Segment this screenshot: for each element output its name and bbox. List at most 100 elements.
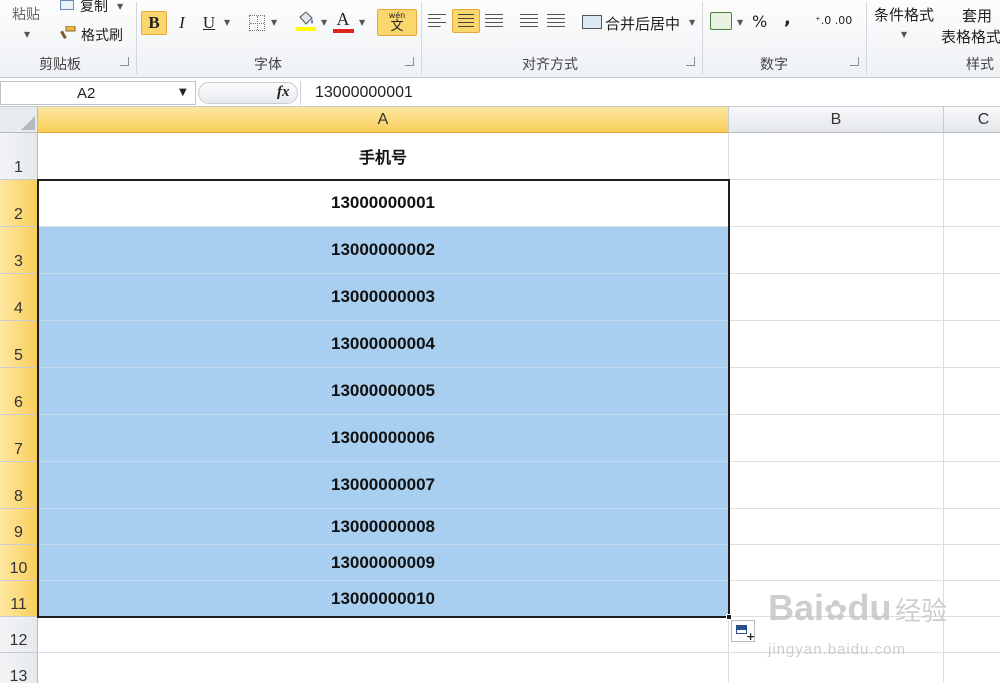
conditional-format-button[interactable]: 条件格式 — [874, 4, 934, 25]
italic-button[interactable]: I — [170, 11, 194, 35]
cell-c3[interactable] — [944, 227, 1000, 274]
divider — [866, 2, 867, 74]
paste-button[interactable]: 粘贴 — [12, 4, 40, 24]
merge-center-button[interactable]: 合并后居中 — [605, 13, 680, 34]
cell-c12[interactable] — [944, 617, 1000, 653]
formula-controls: fx — [198, 82, 298, 104]
font-color-dropdown-icon[interactable]: ▼ — [359, 18, 365, 27]
fx-button[interactable]: fx — [277, 84, 290, 101]
cell-a7[interactable]: 13000000006 — [38, 415, 729, 462]
bold-button[interactable]: B — [141, 11, 167, 35]
cell-a9[interactable]: 13000000008 — [38, 509, 729, 545]
cell-a5[interactable]: 13000000004 — [38, 321, 729, 368]
cell-a12[interactable] — [38, 617, 729, 653]
column-header-b[interactable]: B — [729, 107, 944, 133]
cell-b10[interactable] — [729, 545, 944, 581]
cell-a2[interactable]: 13000000001 — [38, 180, 729, 227]
cell-c6[interactable] — [944, 368, 1000, 415]
auto-fill-options-button[interactable]: + — [731, 620, 755, 643]
cell-c2[interactable] — [944, 180, 1000, 227]
fill-color-dropdown-icon[interactable]: ▼ — [321, 18, 327, 27]
cell-c10[interactable] — [944, 545, 1000, 581]
cell-c1[interactable] — [944, 133, 1000, 180]
cell-c13[interactable] — [944, 653, 1000, 683]
row-header-5[interactable]: 5 — [0, 321, 38, 368]
cell-c5[interactable] — [944, 321, 1000, 368]
clipboard-launcher-icon[interactable] — [120, 57, 129, 66]
row-header-12[interactable]: 12 — [0, 617, 38, 653]
cell-b7[interactable] — [729, 415, 944, 462]
row-header-11[interactable]: 11 — [0, 581, 38, 617]
row-header-2[interactable]: 2 — [0, 180, 38, 227]
font-launcher-icon[interactable] — [405, 57, 414, 66]
cell-c7[interactable] — [944, 415, 1000, 462]
row-header-4[interactable]: 4 — [0, 274, 38, 321]
table-format-button[interactable]: 套用 — [962, 5, 992, 26]
cell-b9[interactable] — [729, 509, 944, 545]
fill-color-icon[interactable] — [296, 11, 316, 33]
align-right-icon[interactable] — [485, 14, 503, 30]
row-header-9[interactable]: 9 — [0, 509, 38, 545]
comma-button[interactable]: , — [784, 8, 791, 29]
copy-button[interactable]: 复制 — [80, 0, 108, 16]
paste-dropdown-icon[interactable]: ▼ — [24, 30, 30, 39]
cell-c9[interactable] — [944, 509, 1000, 545]
cell-a8[interactable]: 13000000007 — [38, 462, 729, 509]
underline-button[interactable]: U — [197, 11, 221, 35]
cell-a10[interactable]: 13000000009 — [38, 545, 729, 581]
row-header-10[interactable]: 10 — [0, 545, 38, 581]
cell-b4[interactable] — [729, 274, 944, 321]
percent-button[interactable]: % — [752, 12, 767, 31]
cell-b1[interactable] — [729, 133, 944, 180]
increase-decimal-icon[interactable]: ⁺.0 .00 — [815, 14, 852, 27]
column-header-c[interactable]: C — [944, 107, 1000, 133]
cell-a13[interactable] — [38, 653, 729, 683]
cell-a4[interactable]: 13000000003 — [38, 274, 729, 321]
name-box[interactable]: A2 ▼ — [0, 81, 196, 105]
name-box-dropdown-icon[interactable]: ▼ — [179, 87, 187, 98]
cell-a1[interactable]: 手机号 — [38, 133, 729, 180]
row-header-13[interactable]: 13 — [0, 653, 38, 683]
number-launcher-icon[interactable] — [850, 57, 859, 66]
accounting-dropdown-icon[interactable]: ▼ — [737, 18, 743, 27]
align-left-icon[interactable] — [428, 14, 446, 30]
decrease-indent-icon[interactable] — [520, 14, 538, 30]
row-header-6[interactable]: 6 — [0, 368, 38, 415]
font-color-button[interactable]: A — [333, 7, 353, 31]
cell-a11[interactable]: 13000000010 — [38, 581, 729, 617]
column-header-a[interactable]: A — [38, 107, 729, 133]
align-center-button[interactable] — [452, 9, 480, 33]
cell-b5[interactable] — [729, 321, 944, 368]
phonetic-button[interactable]: wén 文 — [377, 9, 417, 36]
copy-dropdown-icon[interactable]: ▼ — [117, 2, 123, 11]
select-all-button[interactable] — [0, 107, 38, 133]
cell-c11[interactable] — [944, 581, 1000, 617]
cell-c4[interactable] — [944, 274, 1000, 321]
conditional-format-dropdown-icon[interactable]: ▼ — [901, 30, 907, 39]
table-format-button-line2[interactable]: 表格格式 — [941, 26, 1000, 47]
cell-b2[interactable] — [729, 180, 944, 227]
cell-c8[interactable] — [944, 462, 1000, 509]
cell-a3[interactable]: 13000000002 — [38, 227, 729, 274]
underline-dropdown-icon[interactable]: ▼ — [224, 18, 230, 27]
accounting-format-icon[interactable] — [710, 12, 732, 30]
increase-indent-icon[interactable] — [547, 14, 565, 30]
watermark-url: jingyan.baidu.com — [768, 641, 906, 658]
row-header-8[interactable]: 8 — [0, 462, 38, 509]
alignment-launcher-icon[interactable] — [686, 57, 695, 66]
merge-dropdown-icon[interactable]: ▼ — [689, 18, 695, 27]
number-group-label: 数字 — [760, 57, 788, 73]
row-header-7[interactable]: 7 — [0, 415, 38, 462]
formula-input[interactable]: 13000000001 — [300, 81, 1000, 105]
format-painter-button[interactable]: 格式刷 — [81, 25, 123, 45]
ribbon: 粘贴 ▼ 复制 ▼ 格式刷 剪贴板 B I U ▼ ▼ ▼ A ▼ wén 文 … — [0, 0, 1000, 78]
border-dropdown-icon[interactable]: ▼ — [271, 18, 277, 27]
row-header-3[interactable]: 3 — [0, 227, 38, 274]
cell-b6[interactable] — [729, 368, 944, 415]
formula-bar: A2 ▼ fx 13000000001 — [0, 79, 1000, 107]
row-header-1[interactable]: 1 — [0, 133, 38, 180]
cell-b8[interactable] — [729, 462, 944, 509]
cell-a6[interactable]: 13000000005 — [38, 368, 729, 415]
border-icon[interactable] — [249, 15, 265, 31]
cell-b3[interactable] — [729, 227, 944, 274]
